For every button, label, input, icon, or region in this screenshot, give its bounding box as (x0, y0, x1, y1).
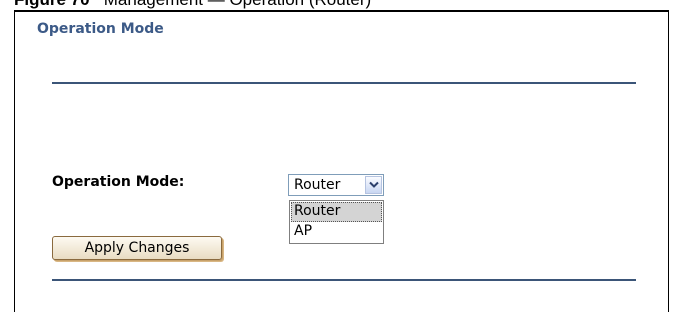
figure-frame (14, 10, 669, 312)
apply-changes-button[interactable]: Apply Changes (52, 236, 222, 260)
dropdown-option-router[interactable]: Router (291, 202, 382, 222)
dropdown-option-ap[interactable]: AP (291, 222, 382, 242)
figure-caption: Figure 70 Management — Operation (Router… (14, 0, 371, 10)
bottom-divider (52, 279, 636, 281)
operation-mode-label: Operation Mode: (52, 174, 185, 190)
figure-title: Management — Operation (Router) (104, 0, 371, 9)
top-divider (52, 82, 636, 84)
chevron-down-icon (369, 181, 379, 188)
select-dropdown-button[interactable] (365, 176, 382, 194)
operation-mode-dropdown: Router AP (289, 200, 384, 244)
section-title: Operation Mode (37, 21, 164, 37)
figure-label: Figure 70 (14, 0, 90, 9)
operation-mode-select[interactable]: Router (288, 174, 384, 196)
select-value: Router (294, 177, 341, 193)
